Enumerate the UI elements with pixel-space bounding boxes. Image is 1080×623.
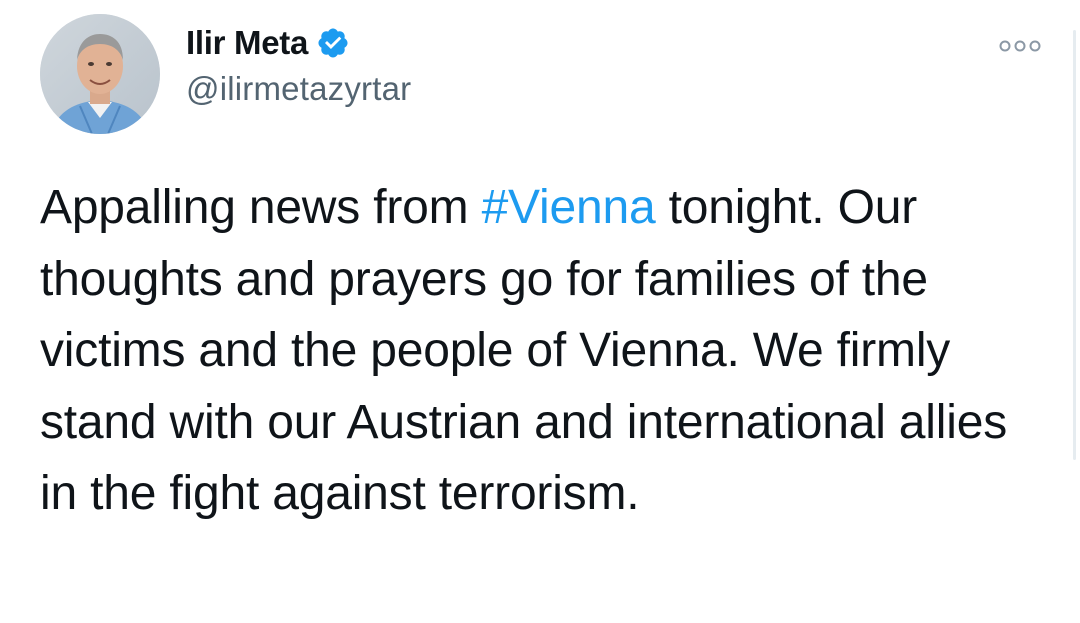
author-name-row: Ilir Meta xyxy=(186,18,411,68)
more-options-icon xyxy=(999,40,1041,52)
hashtag-link[interactable]: #Vienna xyxy=(482,181,656,234)
avatar[interactable] xyxy=(40,14,160,134)
author-display-name[interactable]: Ilir Meta xyxy=(186,24,308,62)
tweet-card: Ilir Meta @ilirmetazyrtar Appalling news… xyxy=(0,0,1080,623)
author-block: Ilir Meta @ilirmetazyrtar xyxy=(186,18,411,108)
author-handle[interactable]: @ilirmetazyrtar xyxy=(186,70,411,108)
tweet-text-part1: Appalling news from xyxy=(40,181,482,234)
tweet-text: Appalling news from #Vienna tonight. Our… xyxy=(40,172,1050,530)
avatar-photo xyxy=(40,14,160,134)
more-options-button[interactable] xyxy=(996,32,1044,60)
scroll-edge xyxy=(1073,30,1076,460)
verified-badge-icon xyxy=(316,26,350,60)
